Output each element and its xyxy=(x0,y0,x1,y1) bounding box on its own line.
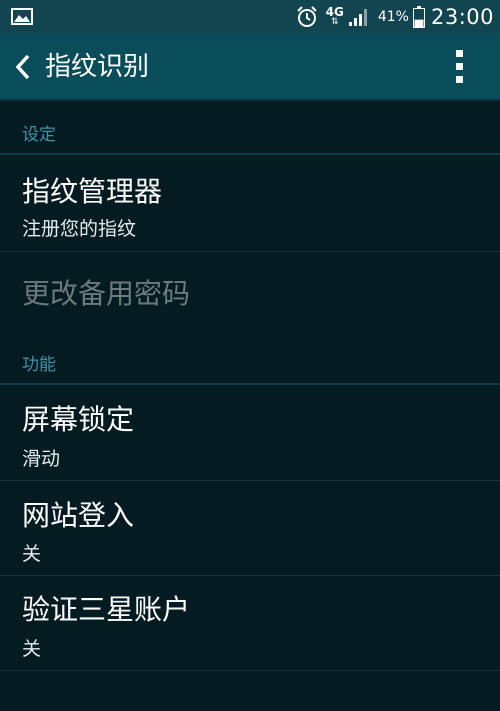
battery-percent: 41% xyxy=(377,8,409,25)
screen-lock-item[interactable]: 屏幕锁定 滑动 xyxy=(0,386,500,481)
section-header-settings: 设定 xyxy=(0,115,500,155)
status-bar: 4G ⇅ 41% 23:00 xyxy=(0,0,500,33)
fingerprint-manager-item[interactable]: 指纹管理器 注册您的指纹 xyxy=(0,156,500,252)
back-arrow-icon xyxy=(15,54,30,80)
action-bar: 指纹识别 xyxy=(0,33,500,101)
data-activity-icon: ⇅ xyxy=(330,17,339,27)
back-button[interactable] xyxy=(8,45,38,89)
screen-lock-title: 屏幕锁定 xyxy=(22,403,135,436)
page-title: 指纹识别 xyxy=(45,52,150,82)
section-header-features: 功能 xyxy=(0,345,500,385)
change-backup-password-item: 更改备用密码 xyxy=(0,252,500,332)
change-backup-password-title: 更改备用密码 xyxy=(22,277,191,310)
screen-lock-subtitle: 滑动 xyxy=(22,448,61,470)
web-signin-title: 网站登入 xyxy=(22,499,135,532)
verify-samsung-account-title: 验证三星账户 xyxy=(22,593,191,626)
gallery-icon xyxy=(11,8,33,25)
clock: 23:00 xyxy=(430,4,494,29)
signal-icon xyxy=(348,8,367,26)
alarm-icon xyxy=(296,5,317,27)
battery-icon xyxy=(412,5,425,28)
network-type: 4G ⇅ xyxy=(325,5,344,27)
verify-samsung-account-subtitle: 关 xyxy=(22,638,42,660)
web-signin-item[interactable]: 网站登入 关 xyxy=(0,481,500,576)
fingerprint-manager-title: 指纹管理器 xyxy=(22,175,163,208)
web-signin-subtitle: 关 xyxy=(22,543,42,565)
verify-samsung-account-item[interactable]: 验证三星账户 关 xyxy=(0,576,500,671)
overflow-menu-button[interactable] xyxy=(442,45,478,89)
fingerprint-manager-subtitle: 注册您的指纹 xyxy=(22,218,137,240)
overflow-menu-icon xyxy=(456,50,463,83)
